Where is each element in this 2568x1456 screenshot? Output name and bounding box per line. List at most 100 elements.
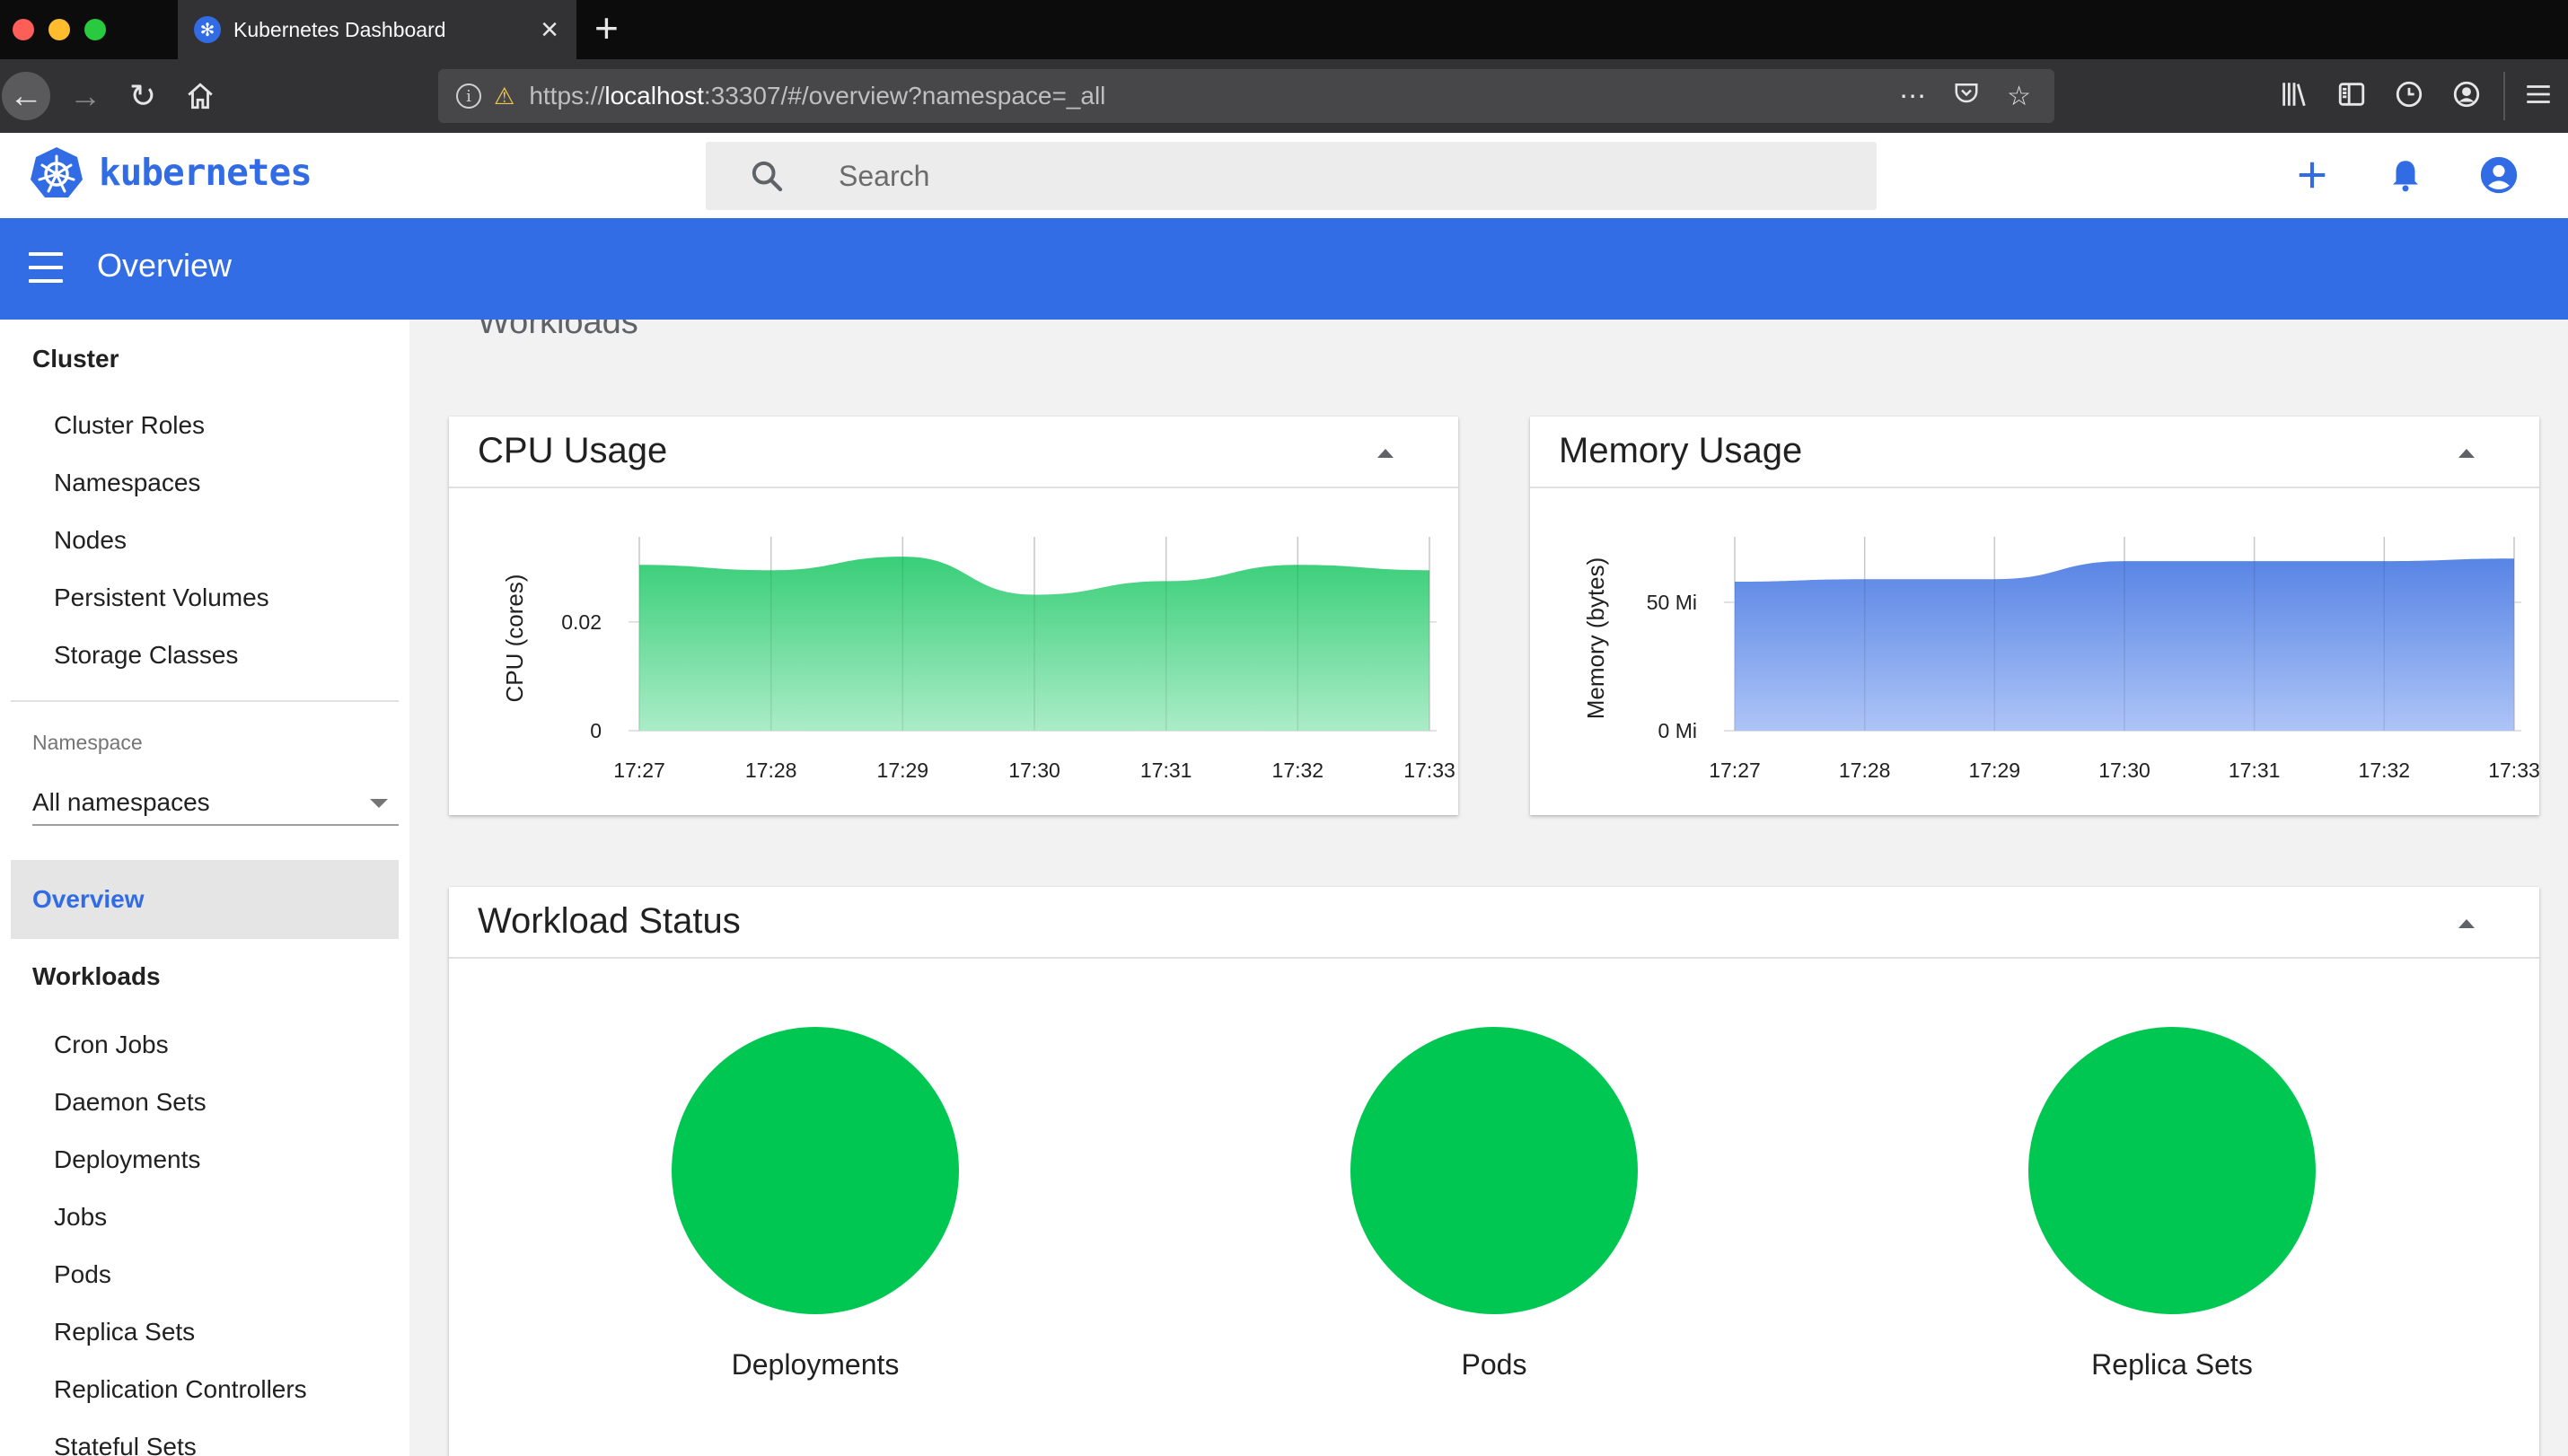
status-label-pods: Pods [1461, 1348, 1527, 1381]
minimize-window-button[interactable] [48, 19, 70, 40]
new-tab-icon[interactable]: + [594, 7, 619, 48]
pocket-icon[interactable] [1953, 79, 1980, 113]
hamburger-menu-icon[interactable] [2523, 79, 2554, 115]
collapse-caret-icon[interactable] [2458, 919, 2475, 928]
card-divider [449, 957, 2539, 959]
notifications-bell-icon[interactable] [2383, 153, 2428, 197]
sidebar-item-pods[interactable]: Pods [54, 1260, 111, 1289]
main-content: Workloads CPU Usage 17:27 17:28 17:29 17:30… [409, 320, 2568, 1456]
status-card-title: Workload Status [478, 901, 741, 941]
sidebar-item-cluster-roles[interactable]: Cluster Roles [54, 411, 205, 440]
status-pie-deployments[interactable] [672, 1027, 959, 1314]
browser-nav-bar: ← → ↻ i ⚠ https://localhost:33307/#/over… [0, 59, 2568, 133]
x-tick-label: 17:32 [2359, 759, 2411, 782]
reload-icon[interactable]: ↻ [119, 72, 167, 120]
y-axis-label: CPU (cores) [501, 574, 528, 702]
lock-warning-icon[interactable]: ⚠ [494, 83, 514, 110]
x-tick-label: 17:28 [745, 759, 797, 782]
sidebar-item-nodes[interactable]: Nodes [54, 526, 127, 555]
x-tick-label: 17:33 [1403, 759, 1455, 782]
status-pie-pods[interactable] [1350, 1027, 1638, 1314]
tab-title: Kubernetes Dashboard [233, 17, 446, 41]
status-label-deployments: Deployments [731, 1348, 900, 1381]
collapse-caret-icon[interactable] [1377, 449, 1394, 458]
search-icon [752, 161, 783, 192]
y-tick-label: 0.02 [561, 610, 602, 634]
app-header: kubernetes [0, 133, 2568, 218]
workload-status-card: Workload Status Deployments Pods Replica… [449, 887, 2539, 1456]
close-tab-icon[interactable]: × [541, 14, 558, 45]
namespace-value: All namespaces [32, 788, 210, 816]
sidebar-item-replication-controllers[interactable]: Replication Controllers [54, 1375, 307, 1404]
sidebar-icon[interactable] [2336, 79, 2367, 115]
namespace-select[interactable]: All namespaces [32, 776, 399, 826]
browser-tab-bar: ✻ Kubernetes Dashboard × + [0, 0, 2568, 59]
library-icon[interactable] [2279, 79, 2309, 115]
sidebar-item-stateful-sets[interactable]: Stateful Sets [54, 1433, 197, 1456]
sidebar: Cluster Cluster Roles Namespaces Nodes P… [0, 320, 409, 1456]
x-tick-label: 17:31 [1140, 759, 1192, 782]
zoom-window-button[interactable] [84, 19, 106, 40]
kubernetes-logo-icon[interactable] [29, 145, 84, 201]
search-box[interactable] [706, 142, 1877, 210]
memory-usage-chart: 17:27 17:28 17:29 17:30 17:31 17:32 17:33 0 Mi 5… [1582, 537, 2539, 782]
collapse-caret-icon[interactable] [2458, 449, 2475, 458]
y-axis-label: Memory (bytes) [1582, 557, 1609, 720]
kubernetes-favicon-icon: ✻ [194, 16, 221, 43]
sidebar-item-overview[interactable]: Overview [11, 860, 399, 939]
history-icon[interactable] [2394, 79, 2424, 115]
search-input[interactable] [839, 142, 1826, 210]
toolbar-divider [2503, 72, 2505, 120]
x-tick-label: 17:31 [2229, 759, 2281, 782]
x-tick-label: 17:33 [2488, 759, 2539, 782]
y-tick-label: 0 [590, 719, 602, 742]
sidebar-item-deployments[interactable]: Deployments [54, 1145, 200, 1174]
sidebar-item-replica-sets[interactable]: Replica Sets [54, 1318, 195, 1346]
x-tick-label: 17:30 [2098, 759, 2150, 782]
memory-usage-card: Memory Usage 17:27 17:28 17:29 17:30 17:31 17… [1530, 417, 2539, 815]
status-label-replica-sets: Replica Sets [2091, 1348, 2253, 1381]
close-window-button[interactable] [13, 19, 34, 40]
home-icon[interactable] [176, 72, 224, 120]
sidebar-section-workloads[interactable]: Workloads [32, 962, 161, 991]
y-tick-label: 50 Mi [1647, 591, 1697, 614]
x-tick-label: 17:30 [1008, 759, 1060, 782]
x-tick-label: 17:28 [1839, 759, 1891, 782]
cpu-card-title: CPU Usage [478, 431, 668, 470]
memory-card-title: Memory Usage [1559, 431, 1803, 470]
create-plus-icon[interactable] [2290, 153, 2335, 197]
sidebar-item-cron-jobs[interactable]: Cron Jobs [54, 1031, 169, 1059]
sidebar-divider [11, 700, 399, 702]
cpu-usage-chart: 17:27 17:28 17:29 17:30 17:31 17:32 17:33 0 0.02… [501, 537, 1455, 782]
account-icon[interactable] [2451, 79, 2482, 115]
sidebar-item-daemon-sets[interactable]: Daemon Sets [54, 1088, 207, 1117]
sidebar-item-jobs[interactable]: Jobs [54, 1203, 107, 1232]
sidebar-item-storage-classes[interactable]: Storage Classes [54, 641, 238, 670]
info-icon[interactable]: i [456, 83, 481, 109]
y-tick-label: 0 Mi [1658, 719, 1697, 742]
x-tick-label: 17:27 [613, 759, 665, 782]
page-title: Overview [97, 247, 233, 284]
sidebar-item-namespaces[interactable]: Namespaces [54, 469, 200, 497]
cpu-usage-card: CPU Usage 17:27 17:28 17:29 17:30 17:31 17:32… [449, 417, 1458, 815]
sidebar-item-overview-label: Overview [32, 885, 145, 913]
brand-name[interactable]: kubernetes [99, 151, 312, 194]
back-arrow-icon[interactable]: ← [2, 72, 50, 120]
namespace-label: Namespace [32, 731, 143, 754]
url-bar[interactable]: i ⚠ https://localhost:33307/#/overview?n… [438, 69, 2054, 123]
dropdown-caret-icon [370, 799, 388, 808]
star-icon[interactable]: ☆ [2007, 81, 2031, 112]
page-toolbar: Overview [0, 218, 2568, 320]
x-tick-label: 17:29 [877, 759, 929, 782]
status-pie-replica-sets[interactable] [2028, 1027, 2316, 1314]
nav-menu-icon[interactable] [29, 252, 63, 285]
browser-tab[interactable]: ✻ Kubernetes Dashboard × [178, 0, 576, 59]
x-tick-label: 17:29 [1969, 759, 2021, 782]
sidebar-section-cluster[interactable]: Cluster [32, 345, 119, 373]
more-icon[interactable]: ⋯ [1899, 81, 1926, 112]
forward-arrow-icon[interactable]: → [61, 72, 110, 120]
sidebar-item-persistent-volumes[interactable]: Persistent Volumes [54, 583, 269, 612]
user-account-icon[interactable] [2476, 153, 2521, 197]
x-tick-label: 17:32 [1272, 759, 1324, 782]
x-tick-label: 17:27 [1709, 759, 1761, 782]
